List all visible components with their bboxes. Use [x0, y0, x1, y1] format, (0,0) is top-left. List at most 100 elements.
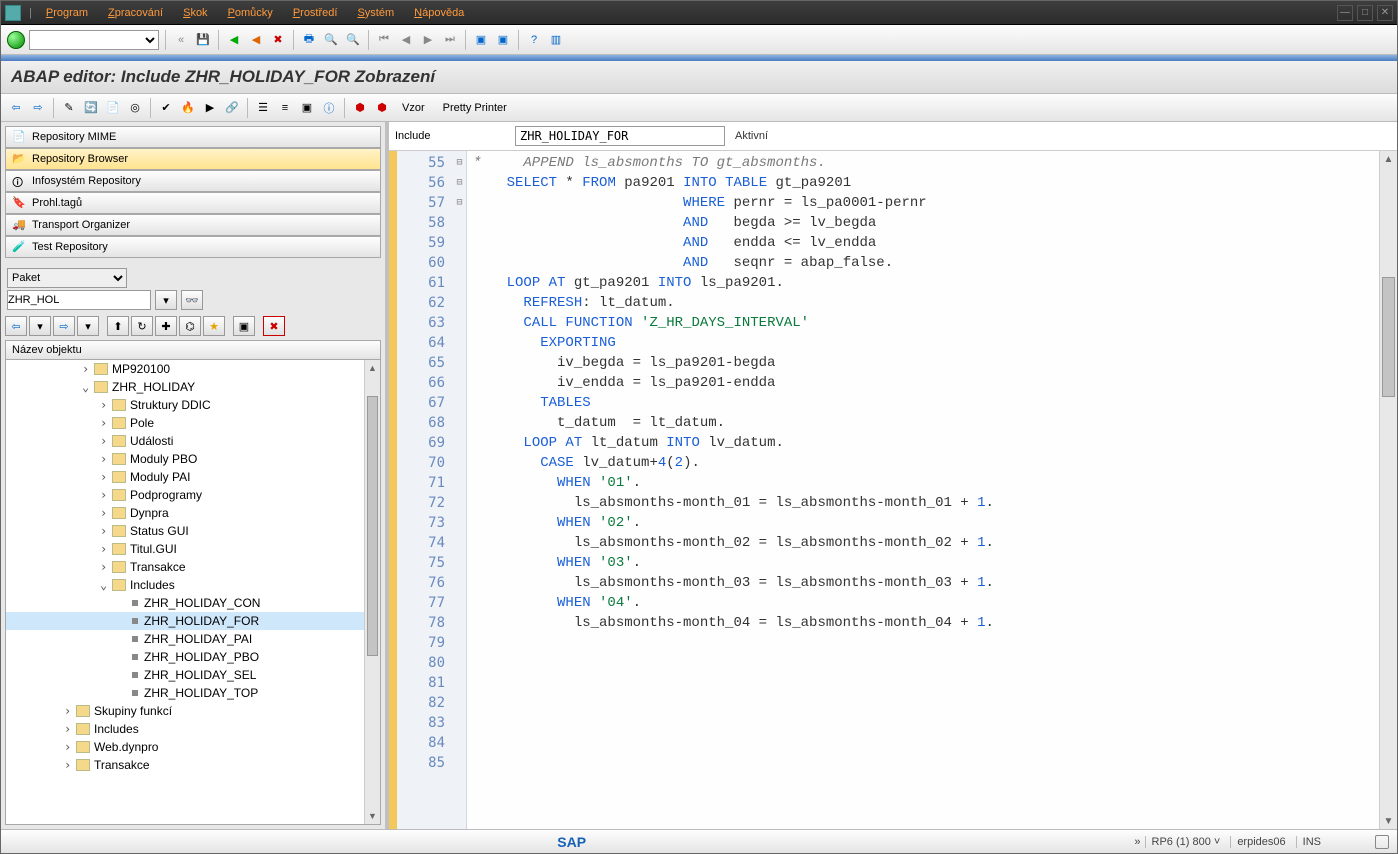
scroll-up-icon[interactable]: ▲	[365, 360, 380, 376]
back-icon[interactable]: ◀	[225, 31, 243, 49]
help-icon[interactable]: ?	[525, 31, 543, 49]
tree-node[interactable]: ZHR_HOLIDAY_TOP	[6, 684, 380, 702]
tree-twisty-icon[interactable]: ›	[100, 452, 112, 466]
activate-icon[interactable]: 🔥	[179, 99, 197, 117]
tree-twisty-icon[interactable]: ⌄	[100, 578, 112, 592]
shortcut-icon[interactable]: ▣	[494, 31, 512, 49]
tree-twisty-icon[interactable]: ›	[100, 398, 112, 412]
editor-scrollbar[interactable]: ▲ ▼	[1379, 151, 1397, 829]
lock-icon[interactable]	[1375, 835, 1389, 849]
code-editor[interactable]: 5556575859606162636465666768697071727374…	[389, 151, 1397, 829]
tree-twisty-icon[interactable]: ›	[82, 362, 94, 376]
display-button[interactable]: 👓	[181, 290, 203, 310]
fold-column[interactable]: ⊟⊟⊟	[453, 151, 467, 829]
tree-node[interactable]: ›Skupiny funkcí	[6, 702, 380, 720]
tree-twisty-icon[interactable]: ›	[100, 488, 112, 502]
scroll-thumb[interactable]	[367, 396, 378, 656]
layout-icon[interactable]: ▥	[547, 31, 565, 49]
repo-tab-3[interactable]: 🔖Prohl.tagů	[5, 192, 381, 214]
new-session-icon[interactable]: ▣	[472, 31, 490, 49]
tree-hierarchy-icon[interactable]: ⌬	[179, 316, 201, 336]
tree-up-icon[interactable]: ⬆	[107, 316, 129, 336]
tree-new-icon[interactable]: ✚	[155, 316, 177, 336]
tree-back-icon[interactable]: ⇦	[5, 316, 27, 336]
tree-twisty-icon[interactable]: ›	[100, 416, 112, 430]
menu-program[interactable]: Program	[36, 7, 98, 19]
tree-node[interactable]: ZHR_HOLIDAY_FOR	[6, 612, 380, 630]
tree-node[interactable]: ›MP920100	[6, 360, 380, 378]
include-name-field[interactable]	[515, 126, 725, 146]
maximize-button[interactable]: □	[1357, 5, 1373, 21]
pattern-button[interactable]: Vzor	[395, 99, 432, 117]
first-page-icon[interactable]: ⏮	[375, 31, 393, 49]
code-area[interactable]: * APPEND ls_absmonths TO gt_absmonths. S…	[467, 151, 1379, 829]
find-icon[interactable]: 🔍	[322, 31, 340, 49]
tree-node[interactable]: ›Podprogramy	[6, 486, 380, 504]
tree-node[interactable]: ›Moduly PAI	[6, 468, 380, 486]
pretty-printer-button[interactable]: Pretty Printer	[436, 99, 514, 117]
tree-favorite-icon[interactable]: ★	[203, 316, 225, 336]
tree-node[interactable]: ›Pole	[6, 414, 380, 432]
tree-node[interactable]: ZHR_HOLIDAY_PAI	[6, 630, 380, 648]
breakpoint-ext-icon[interactable]: ⬢	[373, 99, 391, 117]
minimize-button[interactable]: —	[1337, 5, 1353, 21]
repo-tab-2[interactable]: 🛈Infosystém Repository	[5, 170, 381, 192]
object-list-icon[interactable]: ☰	[254, 99, 272, 117]
tree-back-menu-icon[interactable]: ▾	[29, 316, 51, 336]
tree-twisty-icon[interactable]: ›	[100, 434, 112, 448]
editor-scroll-up-icon[interactable]: ▲	[1380, 151, 1397, 167]
package-dropdown-button[interactable]: ▾	[155, 290, 177, 310]
tree-node[interactable]: ›Události	[6, 432, 380, 450]
tree-node[interactable]: ›Transakce	[6, 558, 380, 576]
tree-twisty-icon[interactable]: ›	[100, 506, 112, 520]
menu-zpracování[interactable]: Zpracování	[98, 7, 173, 19]
status-arrows[interactable]: »	[1134, 836, 1140, 848]
tree-node[interactable]: ›Dynpra	[6, 504, 380, 522]
save-icon[interactable]: 💾	[194, 31, 212, 49]
package-input[interactable]	[7, 290, 151, 310]
tree-twisty-icon[interactable]: ⌄	[82, 380, 94, 394]
tree-twisty-icon[interactable]: ›	[100, 560, 112, 574]
tree-node[interactable]: ›Status GUI	[6, 522, 380, 540]
tree-twisty-icon[interactable]: ›	[64, 740, 76, 754]
editor-scroll-thumb[interactable]	[1382, 277, 1395, 397]
test-icon[interactable]: ▶	[201, 99, 219, 117]
menu-systém[interactable]: Systém	[347, 7, 404, 19]
find-next-icon[interactable]: 🔍	[344, 31, 362, 49]
tree-twisty-icon[interactable]: ›	[64, 704, 76, 718]
menu-pomůcky[interactable]: Pomůcky	[218, 7, 283, 19]
active-inactive-icon[interactable]: 🔄	[82, 99, 100, 117]
menu-nápověda[interactable]: Nápověda	[404, 7, 474, 19]
nav-back-icon[interactable]: ⇦	[7, 99, 25, 117]
tree-node[interactable]: ZHR_HOLIDAY_CON	[6, 594, 380, 612]
menu-skok[interactable]: Skok	[173, 7, 217, 19]
repo-tab-0[interactable]: 📄Repository MIME	[5, 126, 381, 148]
repo-tab-4[interactable]: 🚚Transport Organizer	[5, 214, 381, 236]
cancel-icon[interactable]: ✖	[269, 31, 287, 49]
tree-twisty-icon[interactable]: ›	[100, 470, 112, 484]
check-icon[interactable]: ✔	[157, 99, 175, 117]
tree-node[interactable]: ›Web.dynpro	[6, 738, 380, 756]
exit-icon[interactable]: ◀	[247, 31, 265, 49]
tree-display-icon[interactable]: ▣	[233, 316, 255, 336]
last-page-icon[interactable]: ⏭	[441, 31, 459, 49]
tree-node[interactable]: ›Transakce	[6, 756, 380, 774]
tree-node[interactable]: ›Titul.GUI	[6, 540, 380, 558]
tree-node[interactable]: ›Moduly PBO	[6, 450, 380, 468]
tree-twisty-icon[interactable]: ›	[100, 542, 112, 556]
tree-twisty-icon[interactable]: ›	[64, 722, 76, 736]
enter-icon[interactable]	[7, 31, 25, 49]
tree-fwd-menu-icon[interactable]: ▾	[77, 316, 99, 336]
tree-node[interactable]: ZHR_HOLIDAY_SEL	[6, 666, 380, 684]
menu-prostředí[interactable]: Prostředí	[283, 7, 348, 19]
display-change-icon[interactable]: ✎	[60, 99, 78, 117]
editor-scroll-down-icon[interactable]: ▼	[1380, 813, 1397, 829]
tree-twisty-icon[interactable]: ›	[64, 758, 76, 772]
tree-scrollbar[interactable]: ▲ ▼	[364, 360, 380, 824]
prev-page-icon[interactable]: ◀	[397, 31, 415, 49]
tree-node[interactable]: ZHR_HOLIDAY_PBO	[6, 648, 380, 666]
tree-twisty-icon[interactable]: ›	[100, 524, 112, 538]
repo-tab-5[interactable]: 🧪Test Repository	[5, 236, 381, 258]
object-tree[interactable]: ›MP920100⌄ZHR_HOLIDAY›Struktury DDIC›Pol…	[5, 360, 381, 825]
back-nav-icon[interactable]: «	[172, 31, 190, 49]
